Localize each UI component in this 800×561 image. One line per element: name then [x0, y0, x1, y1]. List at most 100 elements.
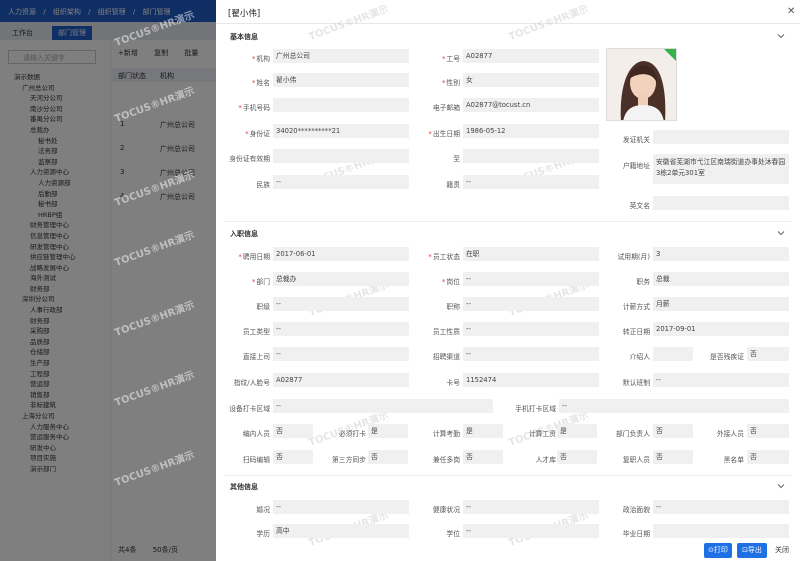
close-button[interactable]: 关闭	[770, 543, 794, 558]
field-health[interactable]: --	[463, 500, 599, 514]
field-org[interactable]: 广州总公司	[273, 49, 409, 63]
label-education: 学历	[256, 530, 270, 538]
chevron-down-icon[interactable]	[777, 482, 785, 490]
field-emp-type[interactable]: --	[273, 322, 409, 336]
field-empno[interactable]: A02877	[463, 49, 599, 63]
field-title[interactable]: --	[463, 297, 599, 311]
label-fingerprint: 指纹/人脸号	[233, 379, 270, 387]
label-regular-date: 转正日期	[622, 328, 650, 336]
field-household[interactable]: 安徽省芜湖市弋江区南瑞街道办事处沐春园3栋2单元301室	[653, 154, 789, 184]
field-post[interactable]: --	[463, 272, 599, 286]
export-button[interactable]: ⊡导出	[737, 543, 767, 558]
field-engname[interactable]	[653, 196, 789, 210]
section-divider	[224, 475, 792, 476]
label-disabled: 是否残疾证	[710, 353, 744, 361]
field-calc-wage[interactable]: 是	[557, 424, 597, 438]
label-card: 卡号	[446, 379, 460, 387]
field-channel[interactable]: --	[463, 347, 599, 361]
field-blacklist[interactable]: 否	[747, 450, 789, 464]
label-hire-date: *聘用日期	[238, 253, 270, 261]
field-disabled[interactable]: 否	[747, 347, 789, 361]
label-dept: *部门	[252, 278, 270, 286]
field-talent-pool[interactable]: 否	[557, 450, 597, 464]
field-name[interactable]: 翟小伟	[273, 73, 409, 87]
field-third-sync[interactable]: 否	[368, 450, 408, 464]
field-card[interactable]: 1152474	[463, 373, 599, 387]
label-staffed: 编内人员	[242, 430, 270, 438]
label-boss: 直接上司	[242, 353, 270, 361]
field-hire-date[interactable]: 2017-06-01	[273, 247, 409, 261]
field-staffed[interactable]: 否	[273, 424, 313, 438]
label-gender: *性别	[442, 79, 460, 87]
field-device-area[interactable]: --	[273, 399, 493, 413]
label-multi-post: 兼任多岗	[432, 456, 460, 464]
label-duty: 职务	[636, 278, 650, 286]
field-shift[interactable]: --	[653, 373, 789, 387]
employee-photo[interactable]	[606, 48, 677, 121]
field-email[interactable]: A02877@tocust.cn	[463, 98, 599, 112]
field-boss[interactable]: --	[273, 347, 409, 361]
label-probation: 试用期(月)	[617, 253, 651, 261]
field-ethnic[interactable]: --	[273, 175, 409, 189]
field-phone[interactable]	[273, 98, 409, 112]
field-emp-nature[interactable]: --	[463, 322, 599, 336]
field-salary-type[interactable]: 月薪	[653, 297, 789, 311]
field-rehire[interactable]: 否	[653, 450, 693, 464]
field-outsource[interactable]: 否	[747, 424, 789, 438]
close-icon[interactable]: ✕	[787, 6, 795, 17]
field-dept-head[interactable]: 否	[653, 424, 693, 438]
field-idcard[interactable]: 34020**********21	[273, 124, 409, 138]
chevron-down-icon[interactable]	[777, 32, 785, 40]
field-must-clock[interactable]: 是	[368, 424, 408, 438]
label-org: *机构	[252, 55, 270, 63]
label-status: *员工状态	[428, 253, 460, 261]
label-ethnic: 民族	[256, 181, 270, 189]
field-degree[interactable]: --	[463, 524, 599, 538]
field-referrer[interactable]	[653, 347, 693, 361]
photo-status-badge	[664, 49, 676, 61]
field-calc-attendance[interactable]: 是	[463, 424, 503, 438]
employee-detail-drawer: [翟小伟] ✕ TOCUS®HR演示 TOCUS®HR演示 TOCUS®HR演示…	[216, 0, 800, 561]
field-probation[interactable]: 3	[653, 247, 789, 261]
label-email: 电子邮箱	[432, 104, 460, 112]
field-duty[interactable]: 总裁	[653, 272, 789, 286]
field-political[interactable]: --	[653, 500, 789, 514]
label-post: *岗位	[442, 278, 460, 286]
field-id-valid[interactable]	[273, 149, 409, 163]
drawer-header: [翟小伟] ✕	[216, 0, 800, 24]
label-native: 籍贯	[446, 181, 460, 189]
field-id-valid-to[interactable]	[463, 149, 599, 163]
section-title-basic: 基本信息	[230, 33, 258, 41]
label-rank: 职级	[256, 303, 270, 311]
label-shift: 默认班制	[622, 379, 650, 387]
label-blacklist: 黑名单	[723, 456, 744, 464]
field-rank[interactable]: --	[273, 297, 409, 311]
label-idcard: *身份证	[245, 130, 270, 138]
field-grad-date[interactable]	[653, 524, 789, 538]
print-button[interactable]: ⊙打印	[704, 543, 732, 558]
chevron-down-icon[interactable]	[777, 229, 785, 237]
label-political: 政治面貌	[622, 506, 650, 514]
field-issuer[interactable]	[653, 130, 789, 144]
label-id-valid: 身份证有效期	[229, 155, 270, 163]
field-dept[interactable]: 总裁办	[273, 272, 409, 286]
field-marital[interactable]: --	[273, 500, 409, 514]
field-birth[interactable]: 1986-05-12	[463, 124, 599, 138]
label-degree: 学位	[446, 530, 460, 538]
label-must-clock: 必须打卡	[338, 430, 366, 438]
field-status[interactable]: 在职	[463, 247, 599, 261]
label-issuer: 发证机关	[622, 136, 650, 144]
label-scan-edit: 扫码编辑	[242, 456, 270, 464]
field-fingerprint[interactable]: A02877	[273, 373, 409, 387]
label-mobile-area: 手机打卡区域	[515, 405, 556, 413]
field-multi-post[interactable]: 否	[463, 450, 503, 464]
section-divider	[224, 221, 792, 222]
field-education[interactable]: 高中	[273, 524, 409, 538]
field-scan-edit[interactable]: 否	[273, 450, 313, 464]
label-talent-pool: 人才库	[535, 456, 556, 464]
field-native[interactable]: --	[463, 175, 599, 189]
label-name: *姓名	[252, 79, 270, 87]
field-gender[interactable]: 女	[463, 73, 599, 87]
field-mobile-area[interactable]: --	[559, 399, 789, 413]
field-regular-date[interactable]: 2017-09-01	[653, 322, 789, 336]
